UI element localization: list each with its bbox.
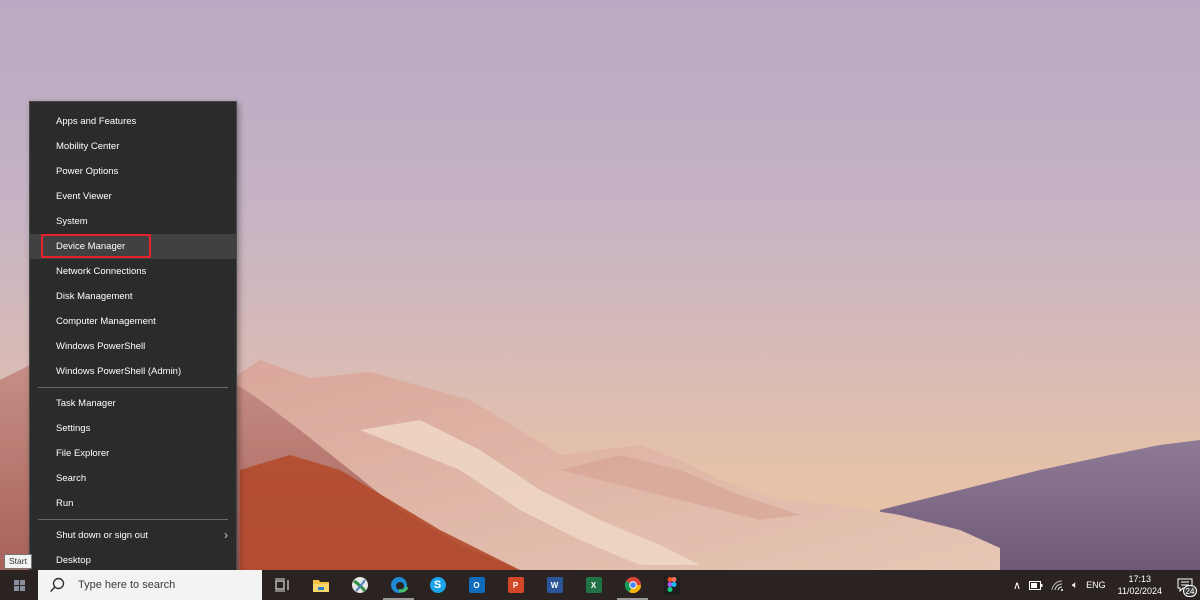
menu-separator	[38, 519, 228, 520]
taskbar-app-word[interactable]: W	[535, 570, 574, 600]
start-button[interactable]	[0, 570, 38, 600]
battery-button[interactable]	[1025, 570, 1047, 600]
menu-item-device-manager[interactable]: Device Manager	[30, 234, 236, 259]
input-language-button[interactable]: ENG	[1082, 570, 1110, 600]
menu-group-system-tools: Apps and Features Mobility Center Power …	[30, 109, 236, 384]
taskbar-app-figma[interactable]	[652, 570, 691, 600]
taskbar-app-skype[interactable]: S	[418, 570, 457, 600]
menu-group-apps: Task Manager Settings File Explorer Sear…	[30, 391, 236, 516]
clock-date: 11/02/2024	[1117, 586, 1162, 596]
menu-item-network-connections[interactable]: Network Connections	[30, 259, 236, 284]
highlight-annotation-box	[41, 234, 151, 258]
search-icon	[49, 577, 65, 593]
taskbar-search-box[interactable]: Type here to search	[38, 570, 262, 600]
wifi-icon	[1051, 579, 1064, 591]
menu-item-event-viewer[interactable]: Event Viewer	[30, 184, 236, 209]
chevron-up-icon: ∧	[1013, 579, 1022, 592]
windows-logo-icon	[13, 579, 25, 591]
start-tooltip: Start	[4, 554, 32, 569]
search-placeholder: Type here to search	[78, 579, 176, 591]
battery-icon	[1029, 580, 1043, 590]
menu-item-apps-and-features[interactable]: Apps and Features	[30, 109, 236, 134]
outlook-icon: O	[468, 577, 485, 593]
taskbar-app-google-chrome[interactable]	[613, 570, 652, 600]
powerpoint-icon: P	[507, 577, 524, 593]
menu-item-computer-management[interactable]: Computer Management	[30, 309, 236, 334]
taskbar-app-file-explorer[interactable]	[301, 570, 340, 600]
menu-group-power: Shut down or sign out › Desktop	[30, 523, 236, 573]
chevron-right-icon: ›	[224, 528, 228, 542]
menu-item-power-options[interactable]: Power Options	[30, 159, 236, 184]
taskbar-app-outlook[interactable]: O	[457, 570, 496, 600]
menu-item-system[interactable]: System	[30, 209, 236, 234]
network-button[interactable]	[1047, 570, 1068, 600]
xbox-icon	[351, 577, 368, 593]
taskbar-app-task-view[interactable]	[262, 570, 301, 600]
menu-item-windows-powershell-admin[interactable]: Windows PowerShell (Admin)	[30, 359, 236, 384]
edge-icon	[390, 577, 408, 593]
excel-icon: X	[585, 577, 602, 593]
menu-item-run[interactable]: Run	[30, 491, 236, 516]
menu-item-file-explorer[interactable]: File Explorer	[30, 441, 236, 466]
chrome-icon	[624, 577, 641, 594]
menu-item-mobility-center[interactable]: Mobility Center	[30, 134, 236, 159]
file-explorer-icon	[312, 580, 329, 592]
speaker-icon: 🔈︎	[1072, 579, 1079, 591]
taskbar-app-excel[interactable]: X	[574, 570, 613, 600]
show-hidden-icons-button[interactable]: ∧	[1009, 570, 1025, 600]
volume-button[interactable]: 🔈︎	[1068, 570, 1082, 600]
menu-item-settings[interactable]: Settings	[30, 416, 236, 441]
taskbar-app-powerpoint[interactable]: P	[496, 570, 535, 600]
clock-time: 17:13	[1128, 574, 1152, 584]
skype-icon: S	[429, 577, 446, 593]
action-center-button[interactable]: 24	[1170, 570, 1200, 600]
menu-item-disk-management[interactable]: Disk Management	[30, 284, 236, 309]
clock-button[interactable]: 17:13 11/02/2024	[1110, 573, 1170, 597]
menu-item-shut-down-or-sign-out[interactable]: Shut down or sign out ›	[30, 523, 236, 548]
notification-count-badge: 24	[1183, 585, 1197, 597]
menu-item-windows-powershell[interactable]: Windows PowerShell	[30, 334, 236, 359]
taskbar: Type here to search S O P W X ∧ 🔈︎ ENG 1…	[0, 570, 1200, 600]
task-view-icon	[274, 578, 289, 592]
taskbar-app-xbox[interactable]	[340, 570, 379, 600]
figma-icon	[663, 576, 680, 594]
word-icon: W	[546, 577, 563, 593]
menu-item-search[interactable]: Search	[30, 466, 236, 491]
system-tray: ∧ 🔈︎ ENG 17:13 11/02/2024 24	[1009, 570, 1200, 600]
winx-power-user-menu: Apps and Features Mobility Center Power …	[29, 101, 237, 578]
menu-separator	[38, 387, 228, 388]
menu-item-task-manager[interactable]: Task Manager	[30, 391, 236, 416]
taskbar-app-microsoft-edge[interactable]	[379, 570, 418, 600]
